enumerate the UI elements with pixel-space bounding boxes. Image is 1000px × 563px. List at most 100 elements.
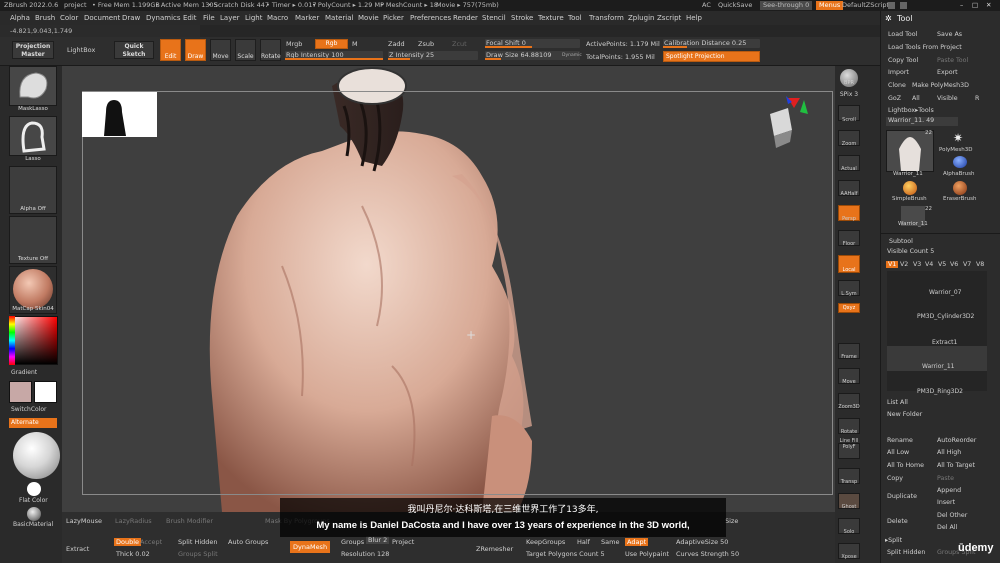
menu-render[interactable]: Render (453, 11, 478, 25)
material-preview-sphere[interactable] (13, 432, 60, 479)
subtool-header[interactable]: Subtool (889, 238, 913, 245)
del-other-button[interactable]: Del Other (937, 512, 967, 519)
delete-button[interactable]: Delete (887, 518, 908, 525)
extract-button[interactable]: Extract (66, 545, 89, 553)
menu-edit[interactable]: Edit (183, 11, 197, 25)
gradient-label[interactable]: Gradient (11, 369, 37, 376)
split-hidden-button[interactable]: Split Hidden (887, 549, 925, 556)
edit-button[interactable]: Edit (160, 39, 181, 61)
simple-brush-icon[interactable] (903, 181, 917, 195)
switch-color-button[interactable]: SwitchColor (11, 406, 47, 413)
gear-icon[interactable]: ✲ (885, 14, 892, 23)
tool-thumb-warrior[interactable] (886, 130, 934, 172)
adapt-button[interactable]: Adapt (625, 538, 649, 546)
copy-button[interactable]: Copy (887, 475, 903, 482)
dynamic-button[interactable]: Dynamic (562, 53, 582, 58)
menu-layer[interactable]: Layer (220, 11, 240, 25)
lasso-thumb[interactable] (9, 116, 57, 156)
make-polymesh-button[interactable]: Make PolyMesh3D (912, 82, 969, 89)
primary-color-swatch[interactable] (9, 381, 32, 403)
alpha-brush-icon[interactable] (953, 156, 967, 168)
menus-button[interactable]: Menus (816, 1, 844, 10)
dynamesh-button[interactable]: DynaMesh (290, 541, 331, 553)
menu-draw[interactable]: Draw (122, 11, 140, 25)
alternate-button[interactable]: Alternate (9, 418, 57, 428)
menu-document[interactable]: Document (84, 11, 120, 25)
all-low-button[interactable]: All Low (887, 449, 909, 456)
subtool-item-3[interactable]: Extract1 (932, 339, 957, 346)
menu-movie[interactable]: Movie (358, 11, 379, 25)
hue-strip[interactable] (9, 316, 15, 365)
duplicate-button[interactable]: Duplicate (887, 493, 917, 500)
menu-help[interactable]: Help (686, 11, 702, 25)
half-button[interactable]: Half (577, 538, 590, 546)
menu-picker[interactable]: Picker (383, 11, 404, 25)
all-to-home-button[interactable]: All To Home (887, 462, 924, 469)
minimize-icon[interactable]: – (960, 0, 963, 11)
window-icon-1[interactable] (888, 2, 895, 9)
menu-stroke[interactable]: Stroke (511, 11, 533, 25)
import-button[interactable]: Import (888, 69, 909, 76)
r-button[interactable]: R (975, 95, 979, 102)
list-all-button[interactable]: List All (887, 399, 908, 406)
spotlight-projection-button[interactable]: Spotlight Projection (663, 51, 760, 62)
auto-reorder-button[interactable]: AutoReorder (937, 437, 976, 444)
close-icon[interactable]: ✕ (986, 0, 991, 11)
quicksave-button[interactable]: QuickSave (718, 0, 752, 11)
new-folder-button[interactable]: New Folder (887, 411, 922, 418)
lightbox-button[interactable]: LightBox (67, 46, 95, 54)
thick-slider[interactable]: Thick 0.02 (116, 550, 150, 558)
use-polypaint-button[interactable]: Use Polypaint (625, 550, 669, 558)
menu-alpha[interactable]: Alpha (10, 11, 30, 25)
default-zscript-button[interactable]: DefaultZScript (842, 0, 889, 11)
size-slider[interactable]: Size (725, 517, 738, 525)
accept-button[interactable]: Accept (140, 538, 162, 546)
rename-button[interactable]: Rename (887, 437, 913, 444)
all-high-button[interactable]: All High (937, 449, 961, 456)
load-from-project-button[interactable]: Load Tools From Project (888, 44, 962, 51)
lazyradius-slider[interactable]: LazyRadius (115, 517, 152, 525)
menu-light[interactable]: Light (245, 11, 262, 25)
same-button[interactable]: Same (601, 538, 619, 546)
menu-zscript[interactable]: Zscript (657, 11, 681, 25)
version-v7[interactable]: V7 (963, 261, 971, 268)
menu-dynamics[interactable]: Dynamics (146, 11, 181, 25)
eraser-brush-icon[interactable] (953, 181, 967, 195)
version-v5[interactable]: V5 (938, 261, 946, 268)
draw-button[interactable]: Draw (185, 39, 206, 61)
move-button[interactable]: Move (210, 39, 231, 61)
load-tool-button[interactable]: Load Tool (888, 31, 917, 38)
spix-label[interactable]: SPix 3 (835, 91, 863, 98)
rgb-button[interactable]: Rgb (315, 39, 348, 49)
brush-modifier-slider[interactable]: Brush Modifier (166, 517, 213, 525)
resolution-slider[interactable]: Resolution 128 (341, 550, 389, 558)
target-polygons-slider[interactable]: Target Polygons Count 5 (526, 550, 605, 558)
insert-button[interactable]: Insert (937, 499, 955, 506)
menu-stencil[interactable]: Stencil (482, 11, 506, 25)
reference-image[interactable] (82, 92, 157, 137)
adaptive-size-slider[interactable]: AdaptiveSize 50 (676, 538, 728, 546)
subtool-item-1[interactable]: Warrior_07 (929, 289, 962, 296)
subtool-item-5[interactable]: PM3D_Ring3D2 (917, 388, 963, 395)
zadd-button[interactable]: Zadd (388, 40, 405, 48)
save-as-button[interactable]: Save As (937, 31, 962, 38)
quick-sketch-button[interactable]: Quick Sketch (114, 41, 154, 59)
project-button[interactable]: Project (392, 538, 414, 546)
rgb-intensity-slider[interactable]: Rgb Intensity 100 (285, 51, 383, 60)
zremesher-button[interactable]: ZRemesher (476, 545, 513, 553)
split-header[interactable]: ▸Split (885, 537, 902, 544)
goz-button[interactable]: GoZ (888, 95, 901, 102)
menu-tool[interactable]: Tool (568, 11, 582, 25)
mask-lasso-thumb[interactable] (9, 66, 57, 106)
menu-material[interactable]: Material (325, 11, 353, 25)
calibration-distance-slider[interactable]: Calibration Distance 0.25 (663, 39, 760, 48)
version-v6[interactable]: V6 (950, 261, 958, 268)
visible-button[interactable]: Visible (937, 95, 958, 102)
menu-transform[interactable]: Transform (589, 11, 624, 25)
copy-tool-button[interactable]: Copy Tool (888, 57, 918, 64)
del-all-button[interactable]: Del All (937, 524, 957, 531)
z-intensity-slider[interactable]: Z Intensity 25 (388, 51, 478, 60)
curves-strength-slider[interactable]: Curves Strength 50 (676, 550, 739, 558)
window-icon-2[interactable] (900, 2, 907, 9)
menu-zplugin[interactable]: Zplugin (628, 11, 654, 25)
